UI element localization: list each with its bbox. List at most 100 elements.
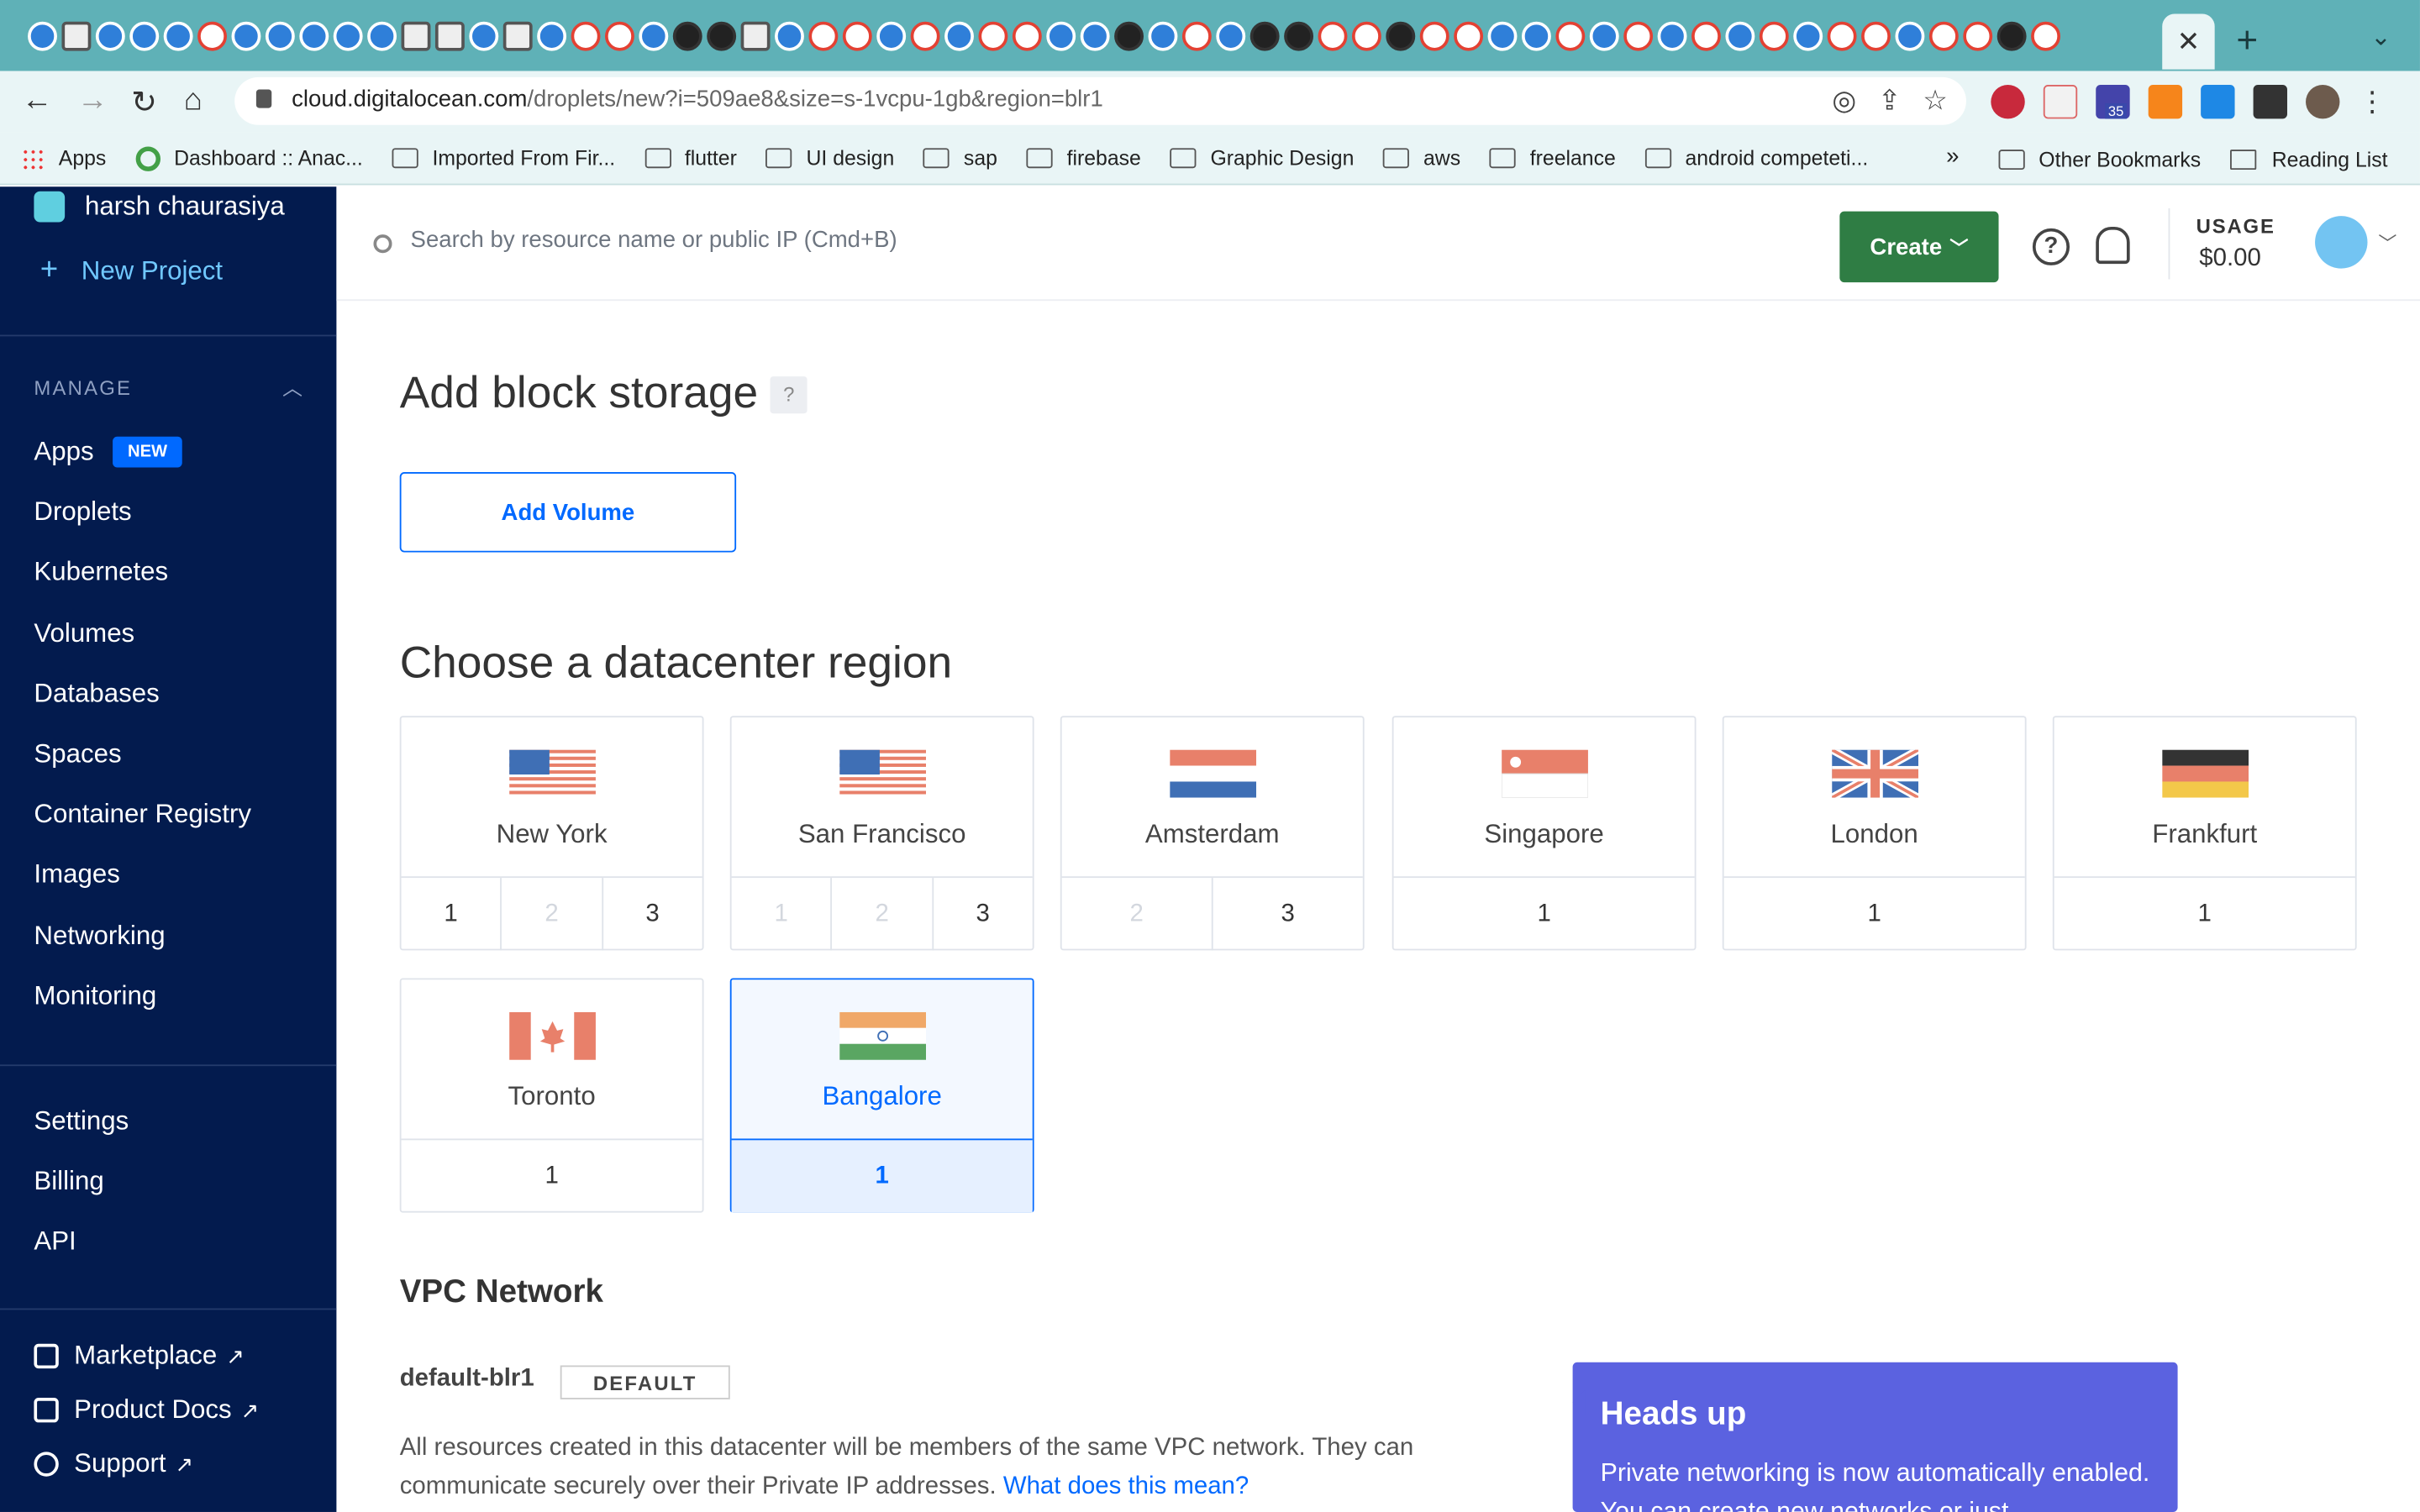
sidebar-item-spaces[interactable]: Spaces [34,739,121,770]
tab-favicon-icon[interactable] [1284,21,1314,51]
tab-favicon-icon[interactable] [61,21,92,51]
tab-favicon-icon[interactable] [639,21,669,51]
tab-favicon-icon[interactable] [1793,21,1823,51]
tab-favicon-icon[interactable] [163,21,193,51]
tab-favicon-icon[interactable] [910,21,940,51]
tab-search-chevron-icon[interactable]: ⌄ [2370,22,2391,53]
notifications-bell-icon[interactable] [2096,226,2130,265]
pinterest-icon[interactable] [1991,85,2025,119]
sidebar-item-billing[interactable]: Billing [34,1167,103,1198]
sidebar-item-volumes[interactable]: Volumes [34,618,134,649]
active-tab[interactable]: ✕ [2162,13,2215,70]
tab-favicon-icon[interactable] [842,21,872,51]
tab-favicon-icon[interactable] [1759,21,1789,51]
sidebar-item-images[interactable]: Images [34,860,119,891]
help-icon[interactable]: ? [2032,228,2070,265]
forward-icon[interactable]: → [77,83,108,118]
sidebar-item-kubernetes[interactable]: Kubernetes [34,558,168,589]
tab-favicon-icon[interactable] [1521,21,1551,51]
region-card-bangalore[interactable]: Bangalore 1 [729,978,1034,1213]
tab-favicon-icon[interactable] [265,21,295,51]
sidebar-link-support[interactable]: Support ↗ [34,1449,193,1480]
tab-favicon-icon[interactable] [434,21,465,51]
reading-list[interactable]: Reading List [2230,147,2388,171]
tab-favicon-icon[interactable] [1386,21,1416,51]
tab-favicon-icon[interactable] [604,21,634,51]
bookmark-item[interactable]: UI design [765,146,894,170]
share-icon[interactable]: ⇪ [1878,85,1902,118]
bookmark-item[interactable]: flutter [644,146,737,170]
tab-favicon-icon[interactable] [1046,21,1076,51]
tab-favicon-icon[interactable] [1351,21,1381,51]
bookmarks-more-icon[interactable]: » [1946,144,1959,170]
tab-favicon-icon[interactable] [537,21,567,51]
tab-favicon-icon[interactable] [333,21,363,51]
sidebar-item-container-registry[interactable]: Container Registry [34,800,251,831]
tab-favicon-icon[interactable] [672,21,702,51]
region-card-san-francisco[interactable]: San Francisco 1 2 3 [729,716,1034,951]
puzzle-icon[interactable] [2253,85,2287,119]
tab-favicon-icon[interactable] [1216,21,1246,51]
tab-favicon-icon[interactable] [1419,21,1449,51]
datacenter-option[interactable]: 3 [601,878,702,951]
sidebar-item-databases[interactable]: Databases [34,679,159,710]
bookmark-star-icon[interactable]: ☆ [1923,85,1948,118]
tab-favicon-icon[interactable] [944,21,974,51]
sidebar-link-marketplace[interactable]: Marketplace ↗ [34,1341,245,1372]
tab-favicon-icon[interactable] [1895,21,1925,51]
datacenter-option[interactable]: 1 [2054,878,2355,950]
tab-favicon-icon[interactable] [367,21,397,51]
create-button[interactable]: Create ﹀ [1839,211,1999,283]
region-card-new-york[interactable]: New York 1 2 3 [399,716,704,951]
browser-menu-icon[interactable]: ⋮ [2358,85,2386,118]
tab-favicon-icon[interactable] [1181,21,1212,51]
tab-favicon-icon[interactable] [469,21,499,51]
sidebar-item-networking[interactable]: Networking [34,921,165,952]
tab-favicon-icon[interactable] [1963,21,1993,51]
sidebar-item-settings[interactable]: Settings [34,1106,129,1137]
datacenter-option[interactable]: 1 [402,1140,702,1212]
address-bar[interactable]: cloud.digitalocean.com/droplets/new?i=50… [234,76,1966,125]
tab-favicon-icon[interactable] [1928,21,1959,51]
region-card-toronto[interactable]: Toronto 1 [399,978,704,1213]
calendar-ext-icon[interactable] [2043,85,2078,119]
tab-favicon-icon[interactable] [401,21,431,51]
user-avatar[interactable] [2315,216,2368,269]
tab-favicon-icon[interactable] [1114,21,1144,51]
tab-favicon-icon[interactable] [1318,21,1348,51]
region-card-london[interactable]: London 1 [1722,716,2027,951]
tab-favicon-icon[interactable] [1996,21,2027,51]
tab-favicon-icon[interactable] [1080,21,1110,51]
bookmark-item[interactable]: Graphic Design [1170,146,1354,170]
tab-favicon-icon[interactable] [1861,21,1891,51]
heart-ext-icon[interactable] [2201,85,2235,119]
datacenter-option[interactable]: 1 [402,878,501,950]
tab-favicon-icon[interactable] [1725,21,1755,51]
tab-favicon-icon[interactable] [1012,21,1042,51]
bookmark-item[interactable]: android competeti... [1644,146,1868,170]
other-bookmarks[interactable]: Other Bookmarks [1998,147,2201,171]
search-input[interactable] [410,226,1337,254]
sidebar-item-droplets[interactable]: Droplets [34,497,131,528]
tab-favicon-icon[interactable] [502,21,533,51]
profile-avatar-icon[interactable] [2306,85,2340,119]
tab-favicon-icon[interactable] [197,21,227,51]
bookmark-item[interactable]: Imported From Fir... [392,146,615,170]
tab-favicon-icon[interactable] [231,21,261,51]
region-card-frankfurt[interactable]: Frankfurt 1 [2052,716,2357,951]
tab-favicon-icon[interactable] [1454,21,1484,51]
bookmark-item[interactable]: Apps [21,146,106,170]
region-card-singapore[interactable]: Singapore 1 [1392,716,1697,951]
sidebar-item-apps[interactable]: Apps NEW [34,436,183,468]
tab-favicon-icon[interactable] [978,21,1008,51]
bookmark-item[interactable]: firebase [1026,146,1141,170]
bookmark-item[interactable]: aws [1383,146,1460,170]
tab-favicon-icon[interactable] [808,21,839,51]
bookmark-item[interactable]: Dashboard :: Anac... [135,145,363,171]
datacenter-option[interactable]: 1 [732,1140,1033,1212]
tab-favicon-icon[interactable] [2031,21,2060,51]
tab-favicon-icon[interactable] [876,21,907,51]
new-tab-button[interactable]: + [2236,20,2258,63]
tab-favicon-icon[interactable] [299,21,329,51]
bookmark-item[interactable]: sap [923,146,997,170]
